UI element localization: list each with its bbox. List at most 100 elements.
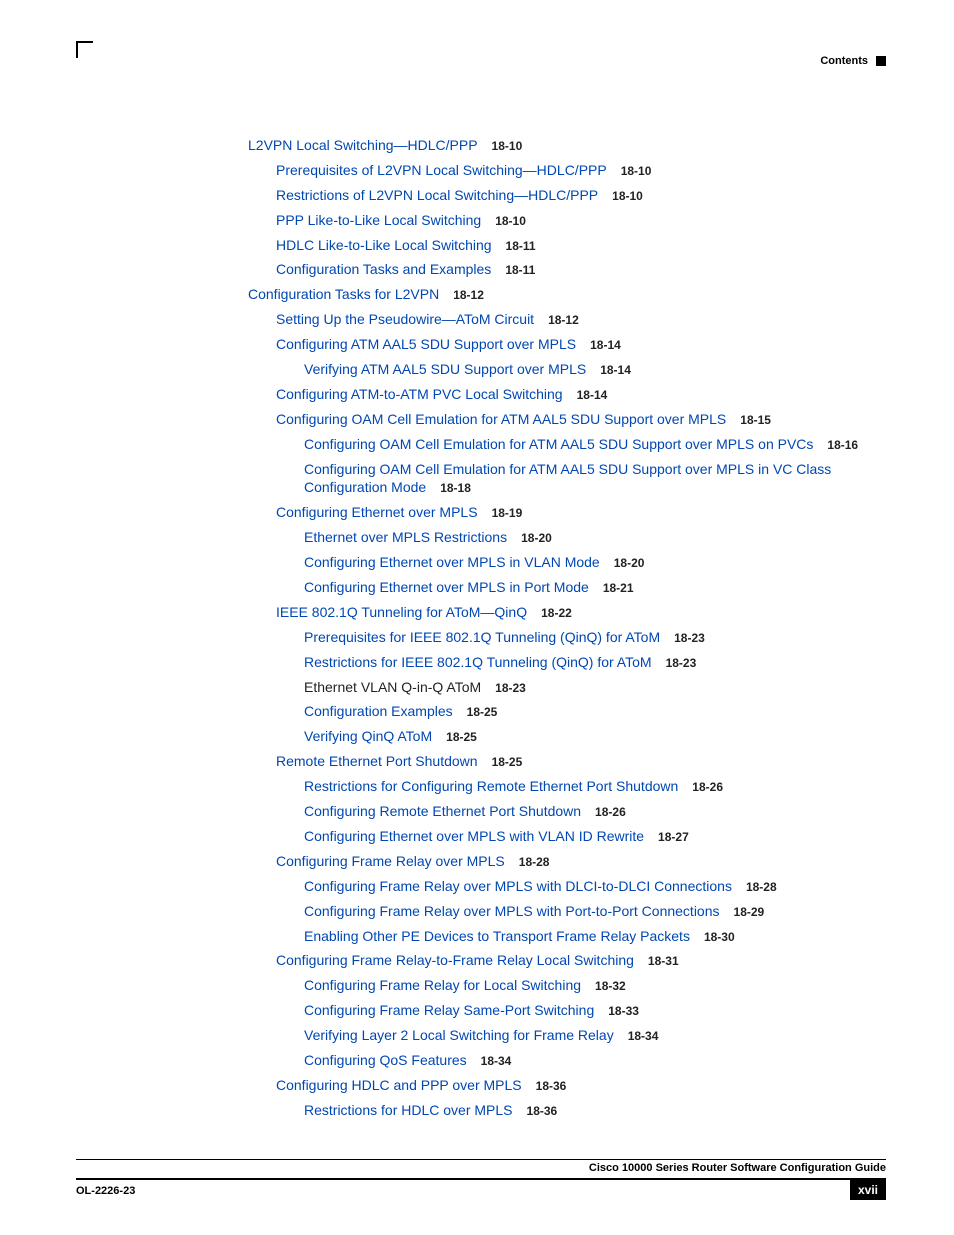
toc-link[interactable]: Restrictions for IEEE 802.1Q Tunneling (…	[304, 654, 652, 670]
toc-link[interactable]: Restrictions for HDLC over MPLS	[304, 1102, 513, 1118]
toc-entry: Configuring Ethernet over MPLS in Port M…	[248, 578, 886, 597]
toc-link[interactable]: Enabling Other PE Devices to Transport F…	[304, 928, 690, 944]
toc-page-ref: 18-23	[666, 656, 697, 670]
toc-entry: Configuring OAM Cell Emulation for ATM A…	[248, 410, 886, 429]
toc-link[interactable]: Prerequisites of L2VPN Local Switching—H…	[276, 162, 607, 178]
toc-link[interactable]: L2VPN Local Switching—HDLC/PPP	[248, 137, 478, 153]
toc-page-ref: 18-10	[495, 214, 526, 228]
toc-page-ref: 18-25	[467, 705, 498, 719]
toc-page-ref: 18-20	[521, 531, 552, 545]
toc-link[interactable]: Restrictions for Configuring Remote Ethe…	[304, 778, 678, 794]
toc-entry: Enabling Other PE Devices to Transport F…	[248, 927, 886, 946]
toc-entry: Configuring QoS Features18-34	[248, 1051, 886, 1070]
doc-id: OL-2226-23	[76, 1185, 135, 1197]
toc-link[interactable]: Configuring ATM-to-ATM PVC Local Switchi…	[276, 386, 563, 402]
toc-entry: Restrictions for IEEE 802.1Q Tunneling (…	[248, 653, 886, 672]
toc-page-ref: 18-27	[658, 830, 689, 844]
toc-link[interactable]: HDLC Like-to-Like Local Switching	[276, 237, 492, 253]
toc-link[interactable]: Configuring Frame Relay Same-Port Switch…	[304, 1002, 594, 1018]
toc-page-ref: 18-10	[492, 139, 523, 153]
toc-entry: Configuring Ethernet over MPLS with VLAN…	[248, 827, 886, 846]
toc-link[interactable]: Configuring Frame Relay over MPLS with D…	[304, 878, 732, 894]
toc-page-ref: 18-31	[648, 954, 679, 968]
toc-link[interactable]: Configuring OAM Cell Emulation for ATM A…	[304, 436, 813, 452]
toc-page-ref: 18-10	[612, 189, 643, 203]
toc-page-ref: 18-25	[492, 755, 523, 769]
toc-link[interactable]: Configuring HDLC and PPP over MPLS	[276, 1077, 522, 1093]
toc-entry: PPP Like-to-Like Local Switching 18-10	[248, 211, 886, 230]
toc-link[interactable]: Configuring Ethernet over MPLS	[276, 504, 478, 520]
toc-link[interactable]: Configuring Ethernet over MPLS in Port M…	[304, 579, 589, 595]
header-box-icon	[876, 56, 886, 66]
toc-page-ref: 18-20	[614, 556, 645, 570]
toc-entry: Configuring ATM AAL5 SDU Support over MP…	[248, 335, 886, 354]
toc-page-ref: 18-14	[600, 363, 631, 377]
toc-entry: Configuring Ethernet over MPLS 18-19	[248, 503, 886, 522]
toc-entry: Restrictions of L2VPN Local Switching—HD…	[248, 186, 886, 205]
toc-page-ref: 18-32	[595, 979, 626, 993]
toc-link[interactable]: Configuring Ethernet over MPLS in VLAN M…	[304, 554, 600, 570]
toc-page-ref: 18-11	[506, 239, 536, 253]
toc-entry: Configuring Frame Relay over MPLS with D…	[248, 877, 886, 896]
toc-entry: Configuring HDLC and PPP over MPLS 18-36	[248, 1076, 886, 1095]
toc-link[interactable]: Remote Ethernet Port Shutdown	[276, 753, 478, 769]
toc-link[interactable]: Configuration Tasks for L2VPN	[248, 286, 439, 302]
toc-link[interactable]: Configuring ATM AAL5 SDU Support over MP…	[276, 336, 576, 352]
toc-link[interactable]: Configuring Frame Relay over MPLS with P…	[304, 903, 720, 919]
toc-entry: Configuration Tasks and Examples 18-11	[248, 260, 886, 279]
toc: L2VPN Local Switching—HDLC/PPP 18-10 Prere…	[248, 136, 886, 1126]
toc-page-ref: 18-36	[536, 1079, 567, 1093]
toc-entry: Prerequisites for IEEE 802.1Q Tunneling …	[248, 628, 886, 647]
toc-entry: Prerequisites of L2VPN Local Switching—H…	[248, 161, 886, 180]
toc-entry: Configuration Tasks for L2VPN18-12	[248, 285, 886, 304]
crop-mark-icon	[76, 41, 93, 58]
toc-link[interactable]: Ethernet over MPLS Restrictions	[304, 529, 507, 545]
toc-page-ref: 18-14	[577, 388, 608, 402]
toc-entry: Restrictions for HDLC over MPLS 18-36	[248, 1101, 886, 1120]
toc-page-ref: 18-15	[740, 413, 771, 427]
footer: Cisco 10000 Series Router Software Confi…	[76, 1159, 886, 1200]
toc-link[interactable]: Restrictions of L2VPN Local Switching—HD…	[276, 187, 598, 203]
toc-page-ref: 18-11	[505, 263, 535, 277]
toc-page-ref: 18-19	[492, 506, 523, 520]
toc-link[interactable]: Verifying Layer 2 Local Switching for Fr…	[304, 1027, 614, 1043]
header-label: Contents	[820, 55, 868, 67]
toc-page-ref: 18-26	[595, 805, 626, 819]
toc-link[interactable]: Setting Up the Pseudowire—AToM Circuit	[276, 311, 534, 327]
toc-link[interactable]: Configuring OAM Cell Emulation for ATM A…	[276, 411, 726, 427]
toc-entry: IEEE 802.1Q Tunneling for AToM—QinQ 18-22	[248, 603, 886, 622]
toc-page-ref: 18-12	[548, 313, 579, 327]
toc-entry: Configuring OAM Cell Emulation for ATM A…	[248, 460, 886, 498]
header: Contents	[820, 55, 886, 67]
toc-page-ref: 18-28	[519, 855, 550, 869]
toc-entry: Configuring Ethernet over MPLS in VLAN M…	[248, 553, 886, 572]
toc-page-ref: 18-36	[527, 1104, 558, 1118]
toc-link[interactable]: Configuring Frame Relay for Local Switch…	[304, 977, 581, 993]
toc-page-ref: 18-33	[608, 1004, 639, 1018]
toc-link[interactable]: Verifying QinQ AToM	[304, 728, 432, 744]
toc-link[interactable]: Configuring Ethernet over MPLS with VLAN…	[304, 828, 644, 844]
toc-entry: Configuring Remote Ethernet Port Shutdow…	[248, 802, 886, 821]
toc-link[interactable]: Configuring OAM Cell Emulation for ATM A…	[304, 461, 831, 496]
toc-link[interactable]: Configuring Remote Ethernet Port Shutdow…	[304, 803, 581, 819]
toc-link[interactable]: Configuring Frame Relay over MPLS	[276, 853, 505, 869]
toc-page-ref: 18-14	[590, 338, 621, 352]
toc-link[interactable]: Configuration Tasks and Examples	[276, 261, 491, 277]
toc-entry: Configuring ATM-to-ATM PVC Local Switchi…	[248, 385, 886, 404]
toc-link[interactable]: IEEE 802.1Q Tunneling for AToM—QinQ	[276, 604, 527, 620]
toc-entry: HDLC Like-to-Like Local Switching 18-11	[248, 236, 886, 255]
toc-link[interactable]: Prerequisites for IEEE 802.1Q Tunneling …	[304, 629, 660, 645]
toc-entry: Verifying Layer 2 Local Switching for Fr…	[248, 1026, 886, 1045]
toc-link[interactable]: Configuring Frame Relay-to-Frame Relay L…	[276, 952, 634, 968]
toc-page-ref: 18-22	[541, 606, 572, 620]
toc-page-ref: 18-34	[628, 1029, 659, 1043]
toc-page-ref: 18-25	[446, 730, 477, 744]
toc-link[interactable]: Verifying ATM AAL5 SDU Support over MPLS	[304, 361, 586, 377]
toc-link[interactable]: Configuration Examples	[304, 703, 453, 719]
toc-entry: Ethernet VLAN Q-in-Q AToM18-23	[248, 678, 886, 697]
toc-link[interactable]: Configuring QoS Features	[304, 1052, 467, 1068]
toc-entry: Configuring Frame Relay over MPLS 18-28	[248, 852, 886, 871]
toc-entry: Configuring Frame Relay for Local Switch…	[248, 976, 886, 995]
toc-entry: Remote Ethernet Port Shutdown 18-25	[248, 752, 886, 771]
toc-link[interactable]: PPP Like-to-Like Local Switching	[276, 212, 481, 228]
